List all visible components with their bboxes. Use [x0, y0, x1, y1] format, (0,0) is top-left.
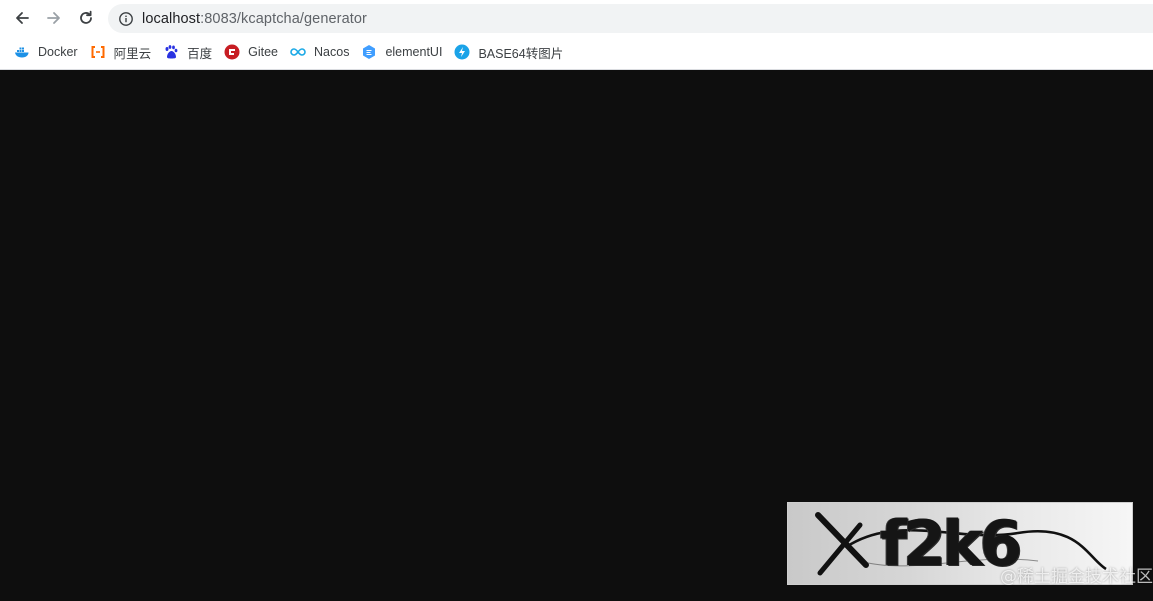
browser-chrome: localhost:8083/kcaptcha/generator Docker: [0, 0, 1153, 70]
reload-button[interactable]: [73, 5, 99, 31]
bookmark-gitee[interactable]: Gitee: [222, 40, 284, 64]
baidu-icon: [163, 44, 179, 60]
bookmark-nacos[interactable]: Nacos: [288, 40, 355, 64]
url-host: localhost: [142, 10, 201, 27]
aliyun-icon: [90, 44, 106, 60]
lightning-icon: [454, 44, 470, 60]
bookmark-label: 阿里云: [113, 46, 152, 61]
bookmark-baidu[interactable]: 百度: [161, 40, 218, 64]
bookmark-label: Gitee: [248, 45, 279, 59]
bookmark-label: Nacos: [314, 45, 350, 59]
bookmark-aliyun[interactable]: 阿里云: [88, 40, 158, 64]
bookmark-label: Docker: [38, 45, 78, 59]
bookmark-docker[interactable]: Docker: [12, 40, 84, 64]
bookmark-label: 百度: [187, 46, 213, 61]
watermark: @稀土掘金技术社区: [1000, 567, 1153, 587]
url-text[interactable]: localhost:8083/kcaptcha/generator: [142, 11, 367, 27]
captcha-text: f2k6: [880, 507, 1022, 580]
elementui-icon: [361, 44, 377, 60]
url-path: :8083/kcaptcha/generator: [200, 10, 367, 27]
address-bar[interactable]: localhost:8083/kcaptcha/generator: [108, 4, 1153, 33]
docker-icon: [14, 44, 30, 60]
bookmark-elementui[interactable]: elementUI: [359, 40, 448, 64]
forward-button[interactable]: [41, 5, 67, 31]
bookmark-label: BASE64转图片: [478, 46, 564, 61]
gitee-icon: [224, 44, 240, 60]
bookmarks-bar: Docker 阿里云 百度 Gitee Nacos elementUI BASE…: [0, 38, 1153, 66]
bookmark-label: elementUI: [385, 45, 443, 59]
nacos-icon: [290, 44, 306, 60]
reload-icon: [80, 10, 92, 24]
arrow-right-icon: [47, 12, 60, 24]
arrow-left-icon: [16, 12, 29, 24]
bookmark-base64[interactable]: BASE64转图片: [452, 40, 569, 64]
back-button[interactable]: [9, 5, 35, 31]
browser-toolbar: localhost:8083/kcaptcha/generator: [0, 0, 1153, 37]
info-icon[interactable]: [118, 11, 134, 27]
